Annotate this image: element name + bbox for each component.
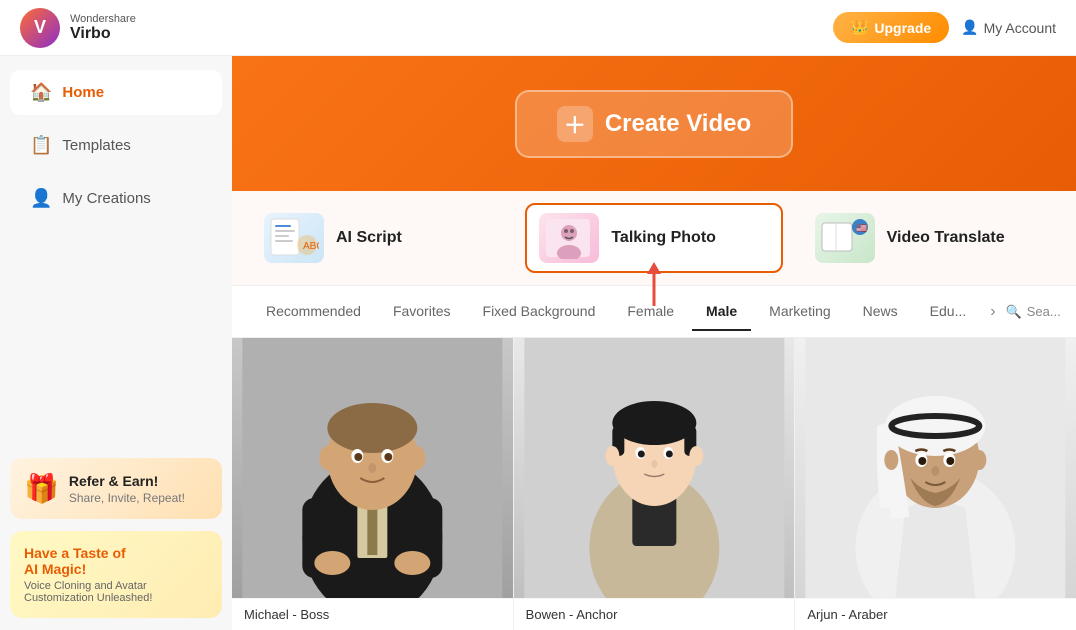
avatar-image-bowen <box>514 338 795 598</box>
search-label: Sea... <box>1027 304 1061 319</box>
ai-script-preview-icon: ABC <box>269 217 319 259</box>
avatar-card-michael[interactable]: Michael - Boss <box>232 338 514 630</box>
content-area: ＋ Create Video ABC <box>232 56 1076 630</box>
sidebar-item-home-label: Home <box>62 84 104 101</box>
templates-icon: 📋 <box>30 135 52 156</box>
refer-text: Refer & Earn! Share, Invite, Repeat! <box>69 473 185 505</box>
talking-photo-preview-icon <box>544 217 594 259</box>
feature-video-translate[interactable]: 🇺🇸 Video Translate <box>803 203 1056 273</box>
ai-magic-banner[interactable]: Have a Taste of AI Magic! Voice Cloning … <box>10 531 222 618</box>
tab-marketing[interactable]: Marketing <box>755 293 844 331</box>
features-row: ABC AI Script Talking Ph <box>232 191 1076 286</box>
bowen-figure <box>514 338 795 598</box>
tab-fixed-background[interactable]: Fixed Background <box>469 293 610 331</box>
tab-recommended[interactable]: Recommended <box>252 293 375 331</box>
feature-ai-script[interactable]: ABC AI Script <box>252 203 505 273</box>
sidebar-item-creations-label: My Creations <box>62 190 150 207</box>
crown-icon: 👑 <box>851 19 868 36</box>
avatar-image-michael <box>232 338 513 598</box>
account-label: My Account <box>984 20 1056 36</box>
ai-title: Have a Taste of AI Magic! <box>24 545 208 577</box>
upgrade-label: Upgrade <box>874 20 931 36</box>
logo-text: Wondershare Virbo <box>70 13 136 43</box>
sidebar-item-my-creations[interactable]: 👤 My Creations <box>10 176 222 221</box>
ai-script-label: AI Script <box>336 229 402 247</box>
video-translate-label: Video Translate <box>887 229 1005 247</box>
account-button[interactable]: 👤 My Account <box>961 19 1056 36</box>
tab-education[interactable]: Edu... <box>916 293 981 331</box>
hero-banner: ＋ Create Video <box>232 56 1076 191</box>
video-translate-thumbnail: 🇺🇸 <box>815 213 875 263</box>
svg-text:🇺🇸: 🇺🇸 <box>856 223 867 233</box>
creations-icon: 👤 <box>30 188 52 209</box>
sidebar-item-home[interactable]: 🏠 Home <box>10 70 222 115</box>
upgrade-button[interactable]: 👑 Upgrade <box>833 12 949 43</box>
home-icon: 🏠 <box>30 82 52 103</box>
topbar-right: 👑 Upgrade 👤 My Account <box>833 12 1056 43</box>
arjun-figure <box>795 338 1076 598</box>
avatar-image-arjun <box>795 338 1076 598</box>
avatar-name-bowen: Bowen - Anchor <box>514 598 795 630</box>
talking-photo-thumbnail <box>539 213 599 263</box>
logo-icon: V <box>20 8 60 48</box>
refer-emoji-icon: 🎁 <box>24 472 59 505</box>
tab-news[interactable]: News <box>849 293 912 331</box>
avatar-name-michael: Michael - Boss <box>232 598 513 630</box>
plus-icon: ＋ <box>557 106 593 142</box>
video-translate-preview-icon: 🇺🇸 <box>820 217 870 259</box>
tabs-more-button[interactable]: › <box>984 295 1001 329</box>
tab-male[interactable]: Male <box>692 293 751 331</box>
logo-area: V Wondershare Virbo <box>20 8 136 48</box>
refer-title: Refer & Earn! <box>69 473 185 489</box>
tabs-search[interactable]: 🔍 Sea... <box>1006 304 1061 320</box>
sidebar-item-templates-label: Templates <box>62 137 130 154</box>
ai-title-highlight: AI Magic! <box>24 561 86 577</box>
refer-earn-banner[interactable]: 🎁 Refer & Earn! Share, Invite, Repeat! <box>10 458 222 519</box>
brand-name: Wondershare <box>70 13 136 25</box>
create-video-button[interactable]: ＋ Create Video <box>515 90 793 158</box>
svg-text:ABC: ABC <box>303 241 319 252</box>
sidebar: 🏠 Home 📋 Templates 👤 My Creations 🎁 Refe… <box>0 56 232 630</box>
product-name: Virbo <box>70 25 136 43</box>
talking-photo-label: Talking Photo <box>611 229 716 247</box>
avatar-name-arjun: Arjun - Araber <box>795 598 1076 630</box>
refer-subtitle: Share, Invite, Repeat! <box>69 491 185 505</box>
avatar-card-arjun[interactable]: Arjun - Araber <box>795 338 1076 630</box>
talking-photo-arrow <box>642 262 666 311</box>
ai-title-prefix: Have a Taste of <box>24 545 126 561</box>
topbar: V Wondershare Virbo 👑 Upgrade 👤 My Accou… <box>0 0 1076 56</box>
michael-figure <box>232 338 513 598</box>
ai-script-thumbnail: ABC <box>264 213 324 263</box>
tab-favorites[interactable]: Favorites <box>379 293 465 331</box>
account-icon: 👤 <box>961 19 978 36</box>
ai-subtitle: Voice Cloning and Avatar Customization U… <box>24 580 208 604</box>
create-video-label: Create Video <box>605 110 751 138</box>
main-layout: 🏠 Home 📋 Templates 👤 My Creations 🎁 Refe… <box>0 56 1076 630</box>
feature-talking-photo[interactable]: Talking Photo <box>525 203 782 273</box>
search-icon: 🔍 <box>1006 304 1022 320</box>
sidebar-item-templates[interactable]: 📋 Templates <box>10 123 222 168</box>
avatar-card-bowen[interactable]: Bowen - Anchor <box>514 338 796 630</box>
avatar-grid: Michael - Boss <box>232 338 1076 630</box>
